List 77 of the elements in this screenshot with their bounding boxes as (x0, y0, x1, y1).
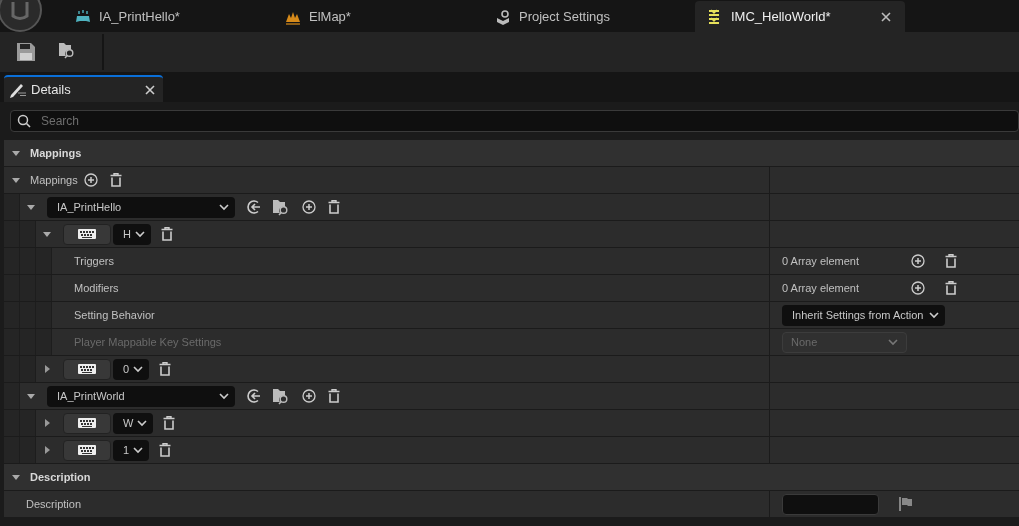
search-field[interactable]: Search (10, 110, 1019, 132)
trash-icon[interactable] (328, 389, 340, 403)
back-arrow-icon[interactable] (246, 388, 262, 404)
expander-arrow-icon[interactable] (42, 418, 52, 428)
trash-icon[interactable] (159, 443, 172, 457)
close-icon[interactable] (881, 11, 891, 22)
trash-icon[interactable] (945, 254, 958, 268)
keyboard-button[interactable] (63, 439, 111, 461)
expander-arrow-icon[interactable] (42, 445, 52, 455)
expander-arrow-icon[interactable] (11, 472, 21, 482)
flag-icon[interactable] (899, 497, 913, 511)
browse-icon[interactable] (272, 198, 290, 216)
property-label: Mappings (30, 172, 78, 188)
editor-tab[interactable]: ElMap* (275, 1, 485, 32)
editor-tab[interactable]: IMC_HelloWorld* (695, 1, 905, 32)
search-input[interactable]: Search (39, 111, 939, 131)
trash-icon[interactable] (163, 416, 176, 430)
trash-icon[interactable] (945, 281, 958, 295)
property-label: Triggers (74, 253, 114, 269)
chevron-down-icon (137, 418, 148, 428)
expander-arrow-icon[interactable] (26, 391, 36, 401)
setting-dropdown[interactable]: Inherit Settings from Action (782, 304, 946, 326)
details-icon (9, 81, 27, 98)
trash-icon[interactable] (109, 173, 122, 187)
chevron-down-icon (888, 337, 898, 347)
property-value: 0 Array element (782, 280, 860, 296)
add-icon[interactable] (302, 389, 316, 403)
chevron-down-icon (219, 202, 229, 212)
action-dropdown[interactable]: IA_PrintWorld (47, 385, 235, 407)
add-icon[interactable] (302, 200, 316, 214)
editor-tab[interactable]: IA_PrintHello* (65, 1, 275, 32)
gear-box-icon (495, 8, 511, 25)
save-icon[interactable] (17, 43, 35, 61)
property-label: Modifiers (74, 280, 119, 296)
add-icon[interactable] (911, 281, 926, 295)
expander-arrow-icon[interactable] (11, 175, 21, 185)
expander-arrow-icon[interactable] (11, 148, 21, 158)
search-icon (17, 114, 31, 128)
chevron-down-icon (929, 310, 940, 320)
chevron-down-icon (133, 445, 144, 455)
back-arrow-icon[interactable] (246, 199, 262, 215)
section-header: Mappings (30, 145, 82, 161)
setting-dropdown: None (782, 331, 907, 353)
add-icon[interactable] (83, 173, 98, 187)
expander-arrow-icon[interactable] (42, 364, 52, 374)
action-dropdown[interactable]: IA_PrintHello (47, 196, 235, 218)
keyboard-icon (78, 364, 96, 374)
browse-icon[interactable] (272, 387, 290, 405)
keyboard-button[interactable] (63, 412, 111, 434)
section-header: Description (30, 469, 91, 485)
chevron-down-icon (134, 229, 145, 239)
keyboard-icon (78, 229, 96, 239)
key-dropdown[interactable]: 1 (113, 439, 150, 461)
text-input-field[interactable] (782, 493, 879, 515)
add-icon[interactable] (911, 254, 926, 268)
close-icon[interactable] (145, 84, 155, 95)
chevron-down-icon (133, 364, 144, 374)
keyboard-button[interactable] (63, 358, 111, 380)
trash-icon[interactable] (160, 227, 173, 241)
key-dropdown[interactable]: W (113, 412, 154, 434)
key-dropdown[interactable]: 0 (113, 358, 150, 380)
property-label: Player Mappable Key Settings (74, 334, 222, 350)
keyboard-icon (78, 445, 96, 455)
panel-title: Details (31, 80, 72, 99)
property-label: Setting Behavior (74, 307, 155, 323)
keyboard-button[interactable] (63, 223, 111, 245)
expander-arrow-icon[interactable] (26, 202, 36, 212)
property-label: Description (26, 496, 82, 512)
trash-icon[interactable] (159, 362, 172, 376)
key-dropdown[interactable]: H (113, 223, 151, 245)
gamepad-icon (75, 8, 91, 25)
expander-arrow-icon[interactable] (42, 229, 52, 239)
editor-tab[interactable]: Project Settings (485, 1, 695, 32)
trash-icon[interactable] (328, 200, 340, 214)
chevron-down-icon (219, 391, 229, 401)
property-value: 0 Array element (782, 253, 860, 269)
keyboard-icon (78, 418, 96, 428)
